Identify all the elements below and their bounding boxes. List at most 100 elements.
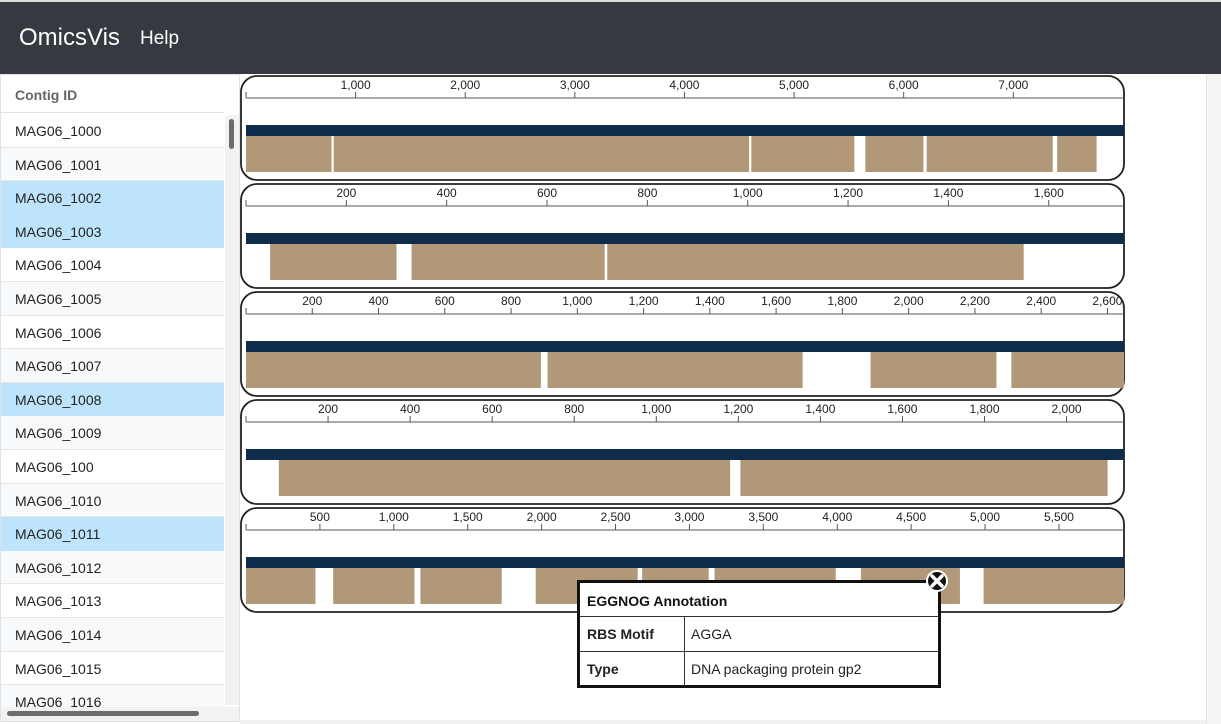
contig-row[interactable]: MAG06_1015 <box>1 651 224 686</box>
gene-feature[interactable] <box>926 136 1053 172</box>
tick-label: 1,000 <box>733 186 763 200</box>
gene-feature[interactable] <box>333 136 750 172</box>
gene-feature[interactable] <box>547 352 803 388</box>
gene-feature[interactable] <box>1011 352 1124 388</box>
tick-label: 2,000 <box>1052 402 1082 416</box>
tick-label: 2,500 <box>601 510 631 524</box>
tick-label: 200 <box>302 294 322 308</box>
right-gutter <box>1206 74 1221 724</box>
gene-feature[interactable] <box>740 460 1108 496</box>
tick-label: 2,400 <box>1026 294 1056 308</box>
tick-label: 2,200 <box>960 294 990 308</box>
popup-row-rbs: RBS Motif AGGA <box>580 617 938 652</box>
tick-label: 2,000 <box>894 294 924 308</box>
gene-feature[interactable] <box>751 136 855 172</box>
tick-label: 7,000 <box>998 78 1028 92</box>
gene-feature[interactable] <box>420 568 502 604</box>
tick-label: 1,800 <box>827 294 857 308</box>
popup-key: Type <box>580 652 685 687</box>
tick-label: 200 <box>318 402 338 416</box>
tick-label: 4,000 <box>669 78 699 92</box>
contig-row[interactable]: MAG06_1005 <box>1 281 224 316</box>
tick-label: 1,000 <box>641 402 671 416</box>
popup-value: DNA packaging protein gp2 <box>691 661 862 677</box>
gene-feature[interactable] <box>246 136 332 172</box>
tick-label: 1,200 <box>723 402 753 416</box>
tick-label: 600 <box>435 294 455 308</box>
tick-label: 5,000 <box>970 510 1000 524</box>
tick-label: 5,500 <box>1044 510 1074 524</box>
popup-title: EGGNOG Annotation <box>580 583 938 617</box>
gene-feature[interactable] <box>1057 136 1097 172</box>
tick-label: 2,000 <box>450 78 480 92</box>
contig-row[interactable]: MAG06_1010 <box>1 483 224 518</box>
top-navbar: OmicsVis Help <box>0 0 1221 74</box>
contig-row[interactable]: MAG06_1012 <box>1 550 224 585</box>
tick-label: 800 <box>637 186 657 200</box>
contig-row[interactable]: MAG06_1009 <box>1 416 224 450</box>
gene-feature[interactable] <box>607 244 1024 280</box>
popup-key: RBS Motif <box>580 617 685 651</box>
tick-label: 5,000 <box>779 78 809 92</box>
contig-row[interactable]: MAG06_1007 <box>1 349 224 383</box>
tick-label: 500 <box>310 510 330 524</box>
contig-id-column-header[interactable]: Contig ID <box>1 75 224 113</box>
gene-feature[interactable] <box>865 136 924 172</box>
vertical-scrollbar[interactable] <box>225 115 239 705</box>
gene-feature[interactable] <box>411 244 605 280</box>
popup-row-type: Type DNA packaging protein gp2 <box>580 652 938 687</box>
tick-label: 600 <box>537 186 557 200</box>
close-popup-button[interactable] <box>926 570 948 592</box>
contig-row[interactable]: MAG06_1013 <box>1 584 224 618</box>
contig-bar <box>246 233 1124 244</box>
gene-feature[interactable] <box>270 244 397 280</box>
gene-feature[interactable] <box>246 352 541 388</box>
tick-label: 800 <box>564 402 584 416</box>
tick-label: 200 <box>336 186 356 200</box>
tick-label: 600 <box>482 402 502 416</box>
contig-bar <box>246 449 1124 460</box>
gene-feature[interactable] <box>983 568 1124 604</box>
nav-help-link[interactable]: Help <box>140 28 179 50</box>
tick-label: 800 <box>501 294 521 308</box>
gene-feature[interactable] <box>870 352 997 388</box>
tick-label: 1,600 <box>761 294 791 308</box>
contig-row[interactable]: MAG06_1000 <box>1 114 224 148</box>
tick-label: 1,000 <box>562 294 592 308</box>
horizontal-scroll-thumb[interactable] <box>7 711 199 716</box>
tick-label: 1,800 <box>969 402 999 416</box>
contig-row[interactable]: MAG06_1001 <box>1 147 224 182</box>
contig-row[interactable]: MAG06_1004 <box>1 248 224 282</box>
contig-bar <box>246 341 1124 352</box>
gene-feature[interactable] <box>278 460 731 496</box>
contig-bar <box>246 557 1124 568</box>
gene-feature[interactable] <box>333 568 415 604</box>
contig-row[interactable]: MAG06_1008 <box>1 382 224 417</box>
tick-label: 3,000 <box>674 510 704 524</box>
tick-label: 3,500 <box>748 510 778 524</box>
tick-label: 1,200 <box>629 294 659 308</box>
tick-label: 3,000 <box>560 78 590 92</box>
tick-label: 1,000 <box>341 78 371 92</box>
contig-bar <box>246 125 1124 136</box>
contig-row[interactable]: MAG06_1002 <box>1 181 224 215</box>
contig-row[interactable]: MAG06_1014 <box>1 617 224 652</box>
app-brand[interactable]: OmicsVis <box>19 24 120 52</box>
contig-row[interactable]: MAG06_1006 <box>1 315 224 350</box>
contig-row[interactable]: MAG06_100 <box>1 449 224 484</box>
contig-list-panel: Contig ID MAG06_1000 MAG06_1001 MAG06_1002… <box>0 74 240 722</box>
tick-label: 400 <box>400 402 420 416</box>
tick-label: 1,500 <box>453 510 483 524</box>
tick-label: 1,200 <box>833 186 863 200</box>
tick-label: 4,000 <box>822 510 852 524</box>
tick-label: 6,000 <box>889 78 919 92</box>
tick-label: 2,600 <box>1092 294 1122 308</box>
tick-label: 1,400 <box>933 186 963 200</box>
tick-label: 400 <box>369 294 389 308</box>
tick-label: 4,500 <box>896 510 926 524</box>
contig-row[interactable]: MAG06_1003 <box>1 214 224 249</box>
vertical-scroll-thumb[interactable] <box>229 119 234 149</box>
gene-feature[interactable] <box>246 568 316 604</box>
tick-label: 1,400 <box>695 294 725 308</box>
contig-row[interactable]: MAG06_1011 <box>1 517 224 551</box>
